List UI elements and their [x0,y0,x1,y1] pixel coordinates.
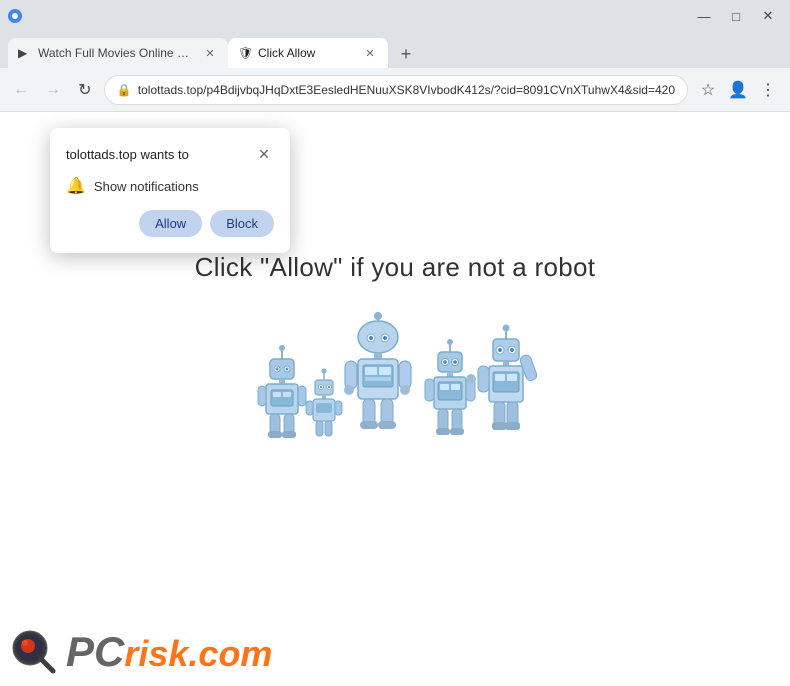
tab-watch-movies[interactable]: ▶ Watch Full Movies Online Free ... ✕ [8,38,228,68]
tab2-favicon: 🛡 [238,46,252,60]
window-controls: — □ ✕ [690,6,782,26]
popup-permission: 🔔 Show notifications [66,176,274,196]
chrome-icon [8,9,22,23]
pcrisk-logo-text: PCrisk.com [66,631,272,673]
popup-title: tolottads.top wants to [66,147,189,162]
watermark: PCrisk.com [10,628,272,676]
lock-icon: 🔒 [117,83,132,97]
tab-bar: ▶ Watch Full Movies Online Free ... ✕ 🛡 … [0,32,790,68]
pc-italic: PC [66,628,124,675]
popup-close-button[interactable]: ✕ [254,144,274,164]
block-button[interactable]: Block [210,210,274,237]
menu-button[interactable]: ⋮ [754,76,782,104]
forward-button[interactable]: → [40,76,66,104]
popup-header: tolottads.top wants to ✕ [66,144,274,164]
title-bar: — □ ✕ [0,0,790,32]
popup-buttons: Allow Block [66,210,274,237]
page-content: tolottads.top wants to ✕ 🔔 Show notifica… [0,112,790,686]
notification-popup: tolottads.top wants to ✕ 🔔 Show notifica… [50,128,290,253]
permission-text: Show notifications [94,179,199,194]
address-bar[interactable]: 🔒 tolottads.top/p4BdijvbqJHqDxtE3EesledH… [104,75,688,105]
close-button[interactable]: ✕ [754,6,782,26]
profile-button[interactable]: 👤 [724,76,752,104]
toolbar-actions: ☆ 👤 ⋮ [694,76,782,104]
risk-text: risk.com [124,633,272,674]
allow-button[interactable]: Allow [139,210,202,237]
main-text: Click "Allow" if you are not a robot [195,252,596,283]
bookmark-button[interactable]: ☆ [694,76,722,104]
pcrisk-icon [10,628,58,676]
address-text: tolottads.top/p4BdijvbqJHqDxtE3EesledHEN… [138,83,675,97]
reload-button[interactable]: ↻ [72,76,98,104]
tab1-label: Watch Full Movies Online Free ... [38,46,196,60]
tab2-label: Click Allow [258,46,356,60]
tab1-close[interactable]: ✕ [202,45,218,61]
tab1-favicon: ▶ [18,46,32,60]
new-tab-button[interactable]: + [392,40,420,68]
minimize-button[interactable]: — [690,6,718,26]
tab2-close[interactable]: ✕ [362,45,378,61]
back-button[interactable]: ← [8,76,34,104]
robots-illustration [250,307,540,467]
robots-svg [250,307,540,467]
tab-click-allow[interactable]: 🛡 Click Allow ✕ [228,38,388,68]
toolbar: ← → ↻ 🔒 tolottads.top/p4BdijvbqJHqDxtE3E… [0,68,790,112]
pcrisk-pc-text: PCrisk.com [66,631,272,673]
bell-icon: 🔔 [66,176,86,196]
maximize-button[interactable]: □ [722,6,750,26]
